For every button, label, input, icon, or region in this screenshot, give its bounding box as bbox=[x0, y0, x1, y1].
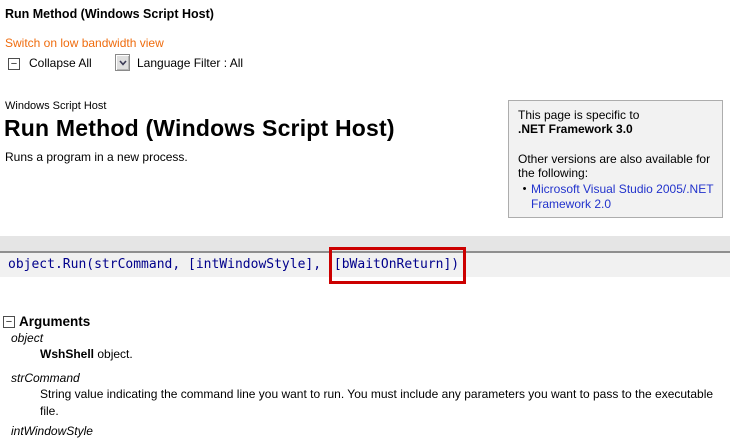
arguments-collapse-minus-icon[interactable]: − bbox=[3, 316, 15, 328]
arguments-section-title: Arguments bbox=[19, 314, 91, 329]
documentation-page: Run Method (Windows Script Host) Switch … bbox=[0, 0, 730, 439]
argument-term-object: object bbox=[11, 331, 44, 345]
version-list-item: • Microsoft Visual Studio 2005/.NET Fram… bbox=[518, 182, 714, 212]
version-link[interactable]: Microsoft Visual Studio 2005/.NET Framew… bbox=[531, 182, 714, 212]
low-bandwidth-link[interactable]: Switch on low bandwidth view bbox=[5, 36, 164, 50]
argument-desc-strcommand: String value indicating the command line… bbox=[40, 387, 714, 418]
other-versions-text: Other versions are also available for th… bbox=[518, 152, 711, 180]
bullet-icon: • bbox=[522, 183, 527, 195]
version-info-box: This page is specific to .NET Framework … bbox=[508, 100, 723, 218]
language-filter-label: Language Filter : All bbox=[137, 56, 244, 70]
collapse-all-minus-icon[interactable]: − bbox=[8, 58, 20, 70]
argument-term-intwindowstyle: intWindowStyle bbox=[11, 424, 93, 438]
breadcrumb-eyebrow: Windows Script Host bbox=[5, 100, 107, 112]
syntax-block: object.Run(strCommand, [intWindowStyle],… bbox=[0, 236, 730, 284]
code-text: object.Run(strCommand, [intWindowStyle], bbox=[8, 257, 329, 272]
argument-term-strcommand: strCommand bbox=[11, 371, 80, 385]
language-filter-dropdown[interactable] bbox=[115, 54, 130, 71]
version-intro: This page is specific to bbox=[518, 108, 640, 122]
argument-desc-object-bold: WshShell bbox=[40, 347, 95, 361]
collapse-all-button[interactable]: Collapse All bbox=[29, 56, 92, 70]
argument-desc-object-rest: object. bbox=[94, 347, 133, 361]
article-title: Run Method (Windows Script Host) bbox=[4, 115, 395, 141]
article-summary: Runs a program in a new process. bbox=[5, 150, 188, 164]
chevron-down-icon bbox=[118, 59, 127, 66]
page-title: Run Method (Windows Script Host) bbox=[5, 7, 214, 21]
argument-desc-object: WshShell object. bbox=[40, 346, 133, 363]
annotation-highlight-box: [bWaitOnReturn]) bbox=[328, 247, 467, 284]
version-framework: .NET Framework 3.0 bbox=[518, 122, 633, 136]
syntax-code-line: object.Run(strCommand, [intWindowStyle],… bbox=[0, 247, 730, 284]
